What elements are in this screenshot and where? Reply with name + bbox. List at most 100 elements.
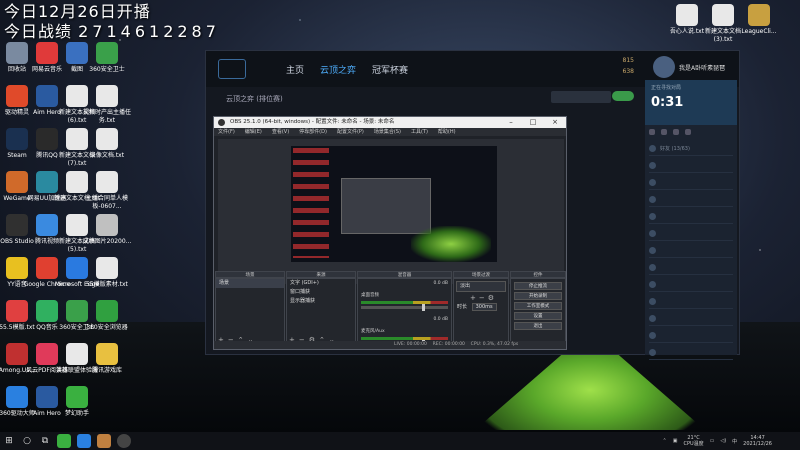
game-taskbar-icon[interactable] bbox=[97, 434, 111, 448]
stat-currency-2: 638 bbox=[622, 68, 634, 75]
obs-preview[interactable] bbox=[218, 139, 564, 284]
browser-taskbar-icon[interactable] bbox=[77, 434, 91, 448]
avatar[interactable] bbox=[653, 56, 675, 78]
friend-row[interactable] bbox=[649, 210, 733, 224]
search-icon[interactable]: ○ bbox=[18, 432, 36, 450]
friend-avatar bbox=[649, 315, 656, 322]
transitions-dock-header: 场景过渡 bbox=[453, 271, 509, 278]
obs-menu-item[interactable]: 工具(T) bbox=[411, 128, 428, 136]
mixer-row-desktop: 桌面音频 0.0 dB bbox=[361, 281, 448, 311]
mixer-dock-header: 混音器 bbox=[357, 271, 452, 278]
obs-menu-item[interactable]: 文件(F) bbox=[218, 128, 235, 136]
obs-menu-item[interactable]: 帮助(H) bbox=[438, 128, 456, 136]
friend-row[interactable] bbox=[649, 193, 733, 207]
friend-row[interactable] bbox=[649, 346, 733, 360]
close-icon[interactable]: × bbox=[544, 117, 566, 128]
stream-overlay-text: 今日12月26日开播 今日战绩 2714612287 bbox=[4, 2, 220, 42]
desktop-icon[interactable]: 腾讯游戏库 bbox=[82, 343, 132, 375]
notification-icon[interactable]: ▣ bbox=[673, 438, 678, 444]
app-icon bbox=[96, 343, 118, 365]
studio-mode-button[interactable]: 工作室模式 bbox=[514, 302, 562, 310]
desktop-icon[interactable]: 主播合同单人模板-0607... bbox=[82, 171, 132, 211]
task-view-icon[interactable]: ⧉ bbox=[36, 432, 54, 450]
obs-menu-item[interactable]: 停靠部件(D) bbox=[299, 128, 327, 136]
exit-button[interactable]: 退出 bbox=[514, 322, 562, 330]
desktop-icon-label: 360安全浏览器 bbox=[86, 324, 128, 331]
chevron-up-icon[interactable]: ⌃ bbox=[663, 438, 667, 444]
network-icon[interactable]: ▭ bbox=[710, 438, 715, 444]
friend-row[interactable] bbox=[649, 159, 733, 173]
friend-avatar bbox=[649, 298, 656, 305]
volume-icon[interactable]: ◁) bbox=[720, 438, 726, 444]
preview-desktop-icons bbox=[293, 148, 329, 258]
desktop-icon[interactable]: 360安全浏览器 bbox=[82, 300, 132, 332]
client-search-box[interactable] bbox=[551, 91, 611, 103]
source-item[interactable]: 文字 (GDI+) bbox=[287, 279, 355, 288]
windows-taskbar: ⊞ ○ ⧉ ⌃ ▣ 21°C CPU温度 ▭ ◁) 中 14:47 2021/1… bbox=[0, 432, 800, 450]
scene-item[interactable]: 场景 bbox=[216, 279, 284, 288]
controls-dock-header: 控件 bbox=[510, 271, 566, 278]
preview-canvas bbox=[291, 146, 497, 262]
settings-button[interactable]: 设置 bbox=[514, 312, 562, 320]
friend-row[interactable] bbox=[649, 244, 733, 258]
ime-icon[interactable]: 中 bbox=[732, 438, 737, 445]
nav-tft[interactable]: 云顶之弈 bbox=[320, 63, 356, 76]
obs-title: OBS 25.1.0 (64-bit, windows) - 配置文件: 未命名… bbox=[230, 119, 395, 125]
mixer-level: 0.0 dB bbox=[433, 317, 448, 322]
friend-row[interactable] bbox=[649, 261, 733, 275]
obs-menu-item[interactable]: 场景集合(S) bbox=[374, 128, 401, 136]
friend-row[interactable]: 好友 (13/63) bbox=[649, 142, 733, 156]
obs-menu-item[interactable]: 编辑(E) bbox=[245, 128, 262, 136]
desktop-icon[interactable]: 360安全卫士 bbox=[82, 42, 132, 74]
desktop-icon[interactable]: LeagueCli... bbox=[734, 4, 784, 36]
desktop-icon[interactable]: 55模版素材.txt bbox=[82, 257, 132, 289]
tab-icon[interactable] bbox=[673, 129, 679, 135]
desktop-icon[interactable]: 成绩图片20200... bbox=[82, 214, 132, 246]
profile-card[interactable]: 我是A卧听素琵琶 bbox=[651, 53, 739, 83]
tab-icon[interactable] bbox=[685, 129, 691, 135]
temperature-widget[interactable]: 21°C CPU温度 bbox=[683, 435, 703, 447]
desktop-icon[interactable]: 录像文档.txt bbox=[82, 128, 132, 160]
friend-row[interactable] bbox=[649, 312, 733, 326]
source-item[interactable]: 窗口捕获 bbox=[287, 288, 355, 297]
app-icon bbox=[96, 42, 118, 64]
obs-app-icon bbox=[218, 119, 225, 126]
stop-streaming-button[interactable]: 停止推流 bbox=[514, 282, 562, 290]
friend-avatar bbox=[649, 196, 656, 203]
tab-icon[interactable] bbox=[649, 129, 655, 135]
client-toggle[interactable] bbox=[612, 91, 634, 101]
tab-icon[interactable] bbox=[661, 129, 667, 135]
source-item[interactable]: 显示器捕获 bbox=[287, 297, 355, 306]
desktop-icon-label: 梦幻助手 bbox=[64, 410, 89, 417]
transition-tools[interactable]: +−⚙ bbox=[454, 294, 508, 303]
nav-home[interactable]: 主页 bbox=[286, 63, 304, 76]
transition-select[interactable]: 淡出 bbox=[456, 281, 506, 292]
start-icon[interactable]: ⊞ bbox=[0, 432, 18, 450]
rec-status: REC: 00:00:00 bbox=[432, 342, 465, 347]
duration-input[interactable]: 300ms bbox=[471, 303, 497, 311]
friend-row[interactable] bbox=[649, 329, 733, 343]
start-recording-button[interactable]: 开始录制 bbox=[514, 292, 562, 300]
friend-row[interactable] bbox=[649, 227, 733, 241]
app-icon bbox=[66, 386, 88, 408]
volume-slider[interactable] bbox=[361, 304, 448, 311]
obs-menu-item[interactable]: 查看(V) bbox=[272, 128, 289, 136]
friend-avatar bbox=[649, 213, 656, 220]
volume-meter bbox=[361, 337, 448, 340]
obs-taskbar-icon[interactable] bbox=[117, 434, 131, 448]
desktop-icon[interactable]: 视频时产出主播任务.txt bbox=[82, 85, 132, 125]
friend-avatar bbox=[649, 179, 656, 186]
wechat-taskbar-icon[interactable] bbox=[57, 434, 71, 448]
clock[interactable]: 14:47 2021/12/26 bbox=[743, 435, 772, 447]
obs-menu-item[interactable]: 配置文件(P) bbox=[337, 128, 364, 136]
friend-row[interactable] bbox=[649, 295, 733, 309]
minimize-icon[interactable]: – bbox=[500, 117, 522, 128]
friend-list: 好友 (13/63) bbox=[645, 142, 737, 360]
obs-window[interactable]: OBS 25.1.0 (64-bit, windows) - 配置文件: 未命名… bbox=[213, 116, 567, 350]
friend-row[interactable] bbox=[649, 176, 733, 190]
friend-row[interactable] bbox=[649, 278, 733, 292]
desktop-icon[interactable]: 梦幻助手 bbox=[52, 386, 102, 418]
maximize-icon[interactable]: □ bbox=[522, 117, 544, 128]
friend-avatar bbox=[649, 145, 656, 152]
nav-cup[interactable]: 冠军杯赛 bbox=[372, 63, 408, 76]
